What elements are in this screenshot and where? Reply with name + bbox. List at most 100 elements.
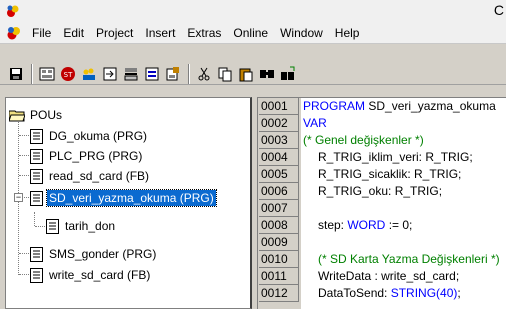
tree-child-line [34,212,35,226]
code-line: step: WORD := 0; [318,217,412,234]
menu-file[interactable]: File [26,23,57,43]
menu-help[interactable]: Help [329,23,366,43]
menu-extras[interactable]: Extras [181,23,227,43]
code-line: R_TRIG_iklim_veri: R_TRIG; [318,150,473,164]
menu-online[interactable]: Online [227,23,274,43]
pou-tree-pane[interactable]: POUs DG_okuma (PRG) PLC_PRG (PRG) read_s… [5,97,252,309]
line-number: 0009 [259,234,299,251]
tree-branch-line [19,274,29,275]
code-keyword: STRING(40) [390,286,458,300]
code-keyword: WORD [347,218,386,232]
tree-branch-line [19,155,29,156]
line-number: 0008 [259,217,299,234]
tree-item-label: SMS_gonder (PRG) [49,247,157,261]
watch-icon[interactable] [142,64,162,84]
paste-icon[interactable] [236,64,256,84]
toolbar-separator [188,64,190,84]
document-icon [46,218,59,234]
menu-bar: File Edit Project Insert Extras Online W… [0,22,506,44]
tree-child-item[interactable]: tarih_don [46,216,117,236]
document-icon [30,168,43,184]
tree-item-label: read_sd_card (FB) [49,169,150,183]
code-line: VAR [303,115,327,132]
code-keyword: PROGRAM [303,99,366,113]
code-text: step: [318,218,348,232]
toolbar: ST [0,45,506,85]
tree-child-label: tarih_don [65,219,116,233]
code-line: R_TRIG_oku: R_TRIG; [318,184,443,198]
write-icon[interactable] [163,64,183,84]
toolbar-separator [31,64,33,84]
step-icon[interactable] [100,64,120,84]
tree-item[interactable]: PLC_PRG (PRG) [30,146,144,166]
document-icon [30,148,43,164]
document-icon [30,267,43,283]
tree-item[interactable]: write_sd_card (FB) [30,265,152,285]
tree-root-label: POUs [30,108,63,122]
folder-open-icon [9,110,25,121]
tree-branch-line [35,226,45,227]
title-bar: C [0,0,506,22]
code-line: DataToSend: STRING(40); [318,285,461,302]
login-icon[interactable] [79,64,99,84]
code-text: := 0; [385,218,413,232]
tree-item-label: SD_veri_yazma_okuma (PRG) [46,189,217,207]
copy-icon[interactable] [215,64,235,84]
toolbar-group-file: ST [6,63,299,85]
line-number: 0003 [259,132,299,149]
window-title: C [493,2,504,18]
tree-branch-line [24,197,29,198]
code-comment: (* Genel değişkenler *) [303,133,424,147]
tree-item[interactable]: read_sd_card (FB) [30,166,151,186]
find-icon[interactable] [257,64,277,84]
menu-edit[interactable]: Edit [57,23,90,43]
stop-icon[interactable]: ST [58,64,78,84]
line-number: 0005 [259,166,299,183]
line-number-gutter: 0001 0002 0003 0004 0005 0006 0007 0008 … [258,98,301,309]
code-line: WriteData : write_sd_card; [318,269,460,283]
document-icon [30,128,43,144]
codesys-app-icon [7,5,19,17]
menu-project[interactable]: Project [90,23,139,43]
tree-item-label: PLC_PRG (PRG) [49,149,143,163]
tree-item[interactable]: SMS_gonder (PRG) [30,244,158,264]
code-keyword: VAR [303,116,327,130]
code-editor[interactable]: 0001 0002 0003 0004 0005 0006 0007 0008 … [257,97,506,309]
line-number: 0001 [259,98,299,115]
document-system-icon[interactable] [6,25,22,41]
tree-branch-line [19,253,29,254]
line-number: 0011 [259,268,299,285]
code-text: SD_veri_yazma_okuma [365,99,496,113]
tree-item[interactable]: DG_okuma (PRG) [30,126,149,146]
line-number: 0004 [259,149,299,166]
code-text: DataToSend: [318,286,391,300]
line-number: 0012 [259,285,299,302]
code-line: PROGRAM SD_veri_yazma_okuma [303,98,496,115]
line-number: 0002 [259,115,299,132]
code-line: R_TRIG_sicaklik: R_TRIG; [318,167,462,181]
menu-window[interactable]: Window [274,23,329,43]
document-icon [30,246,43,262]
collapse-toggle[interactable]: − [14,193,23,202]
tree-item-label: write_sd_card (FB) [49,268,151,282]
tree-item-selected[interactable]: SD_veri_yazma_okuma (PRG) [30,188,217,208]
code-text: ; [457,286,461,300]
svg-text:ST: ST [64,71,73,79]
tree-branch-line [19,175,29,176]
tree-root-pous[interactable]: POUs [9,105,64,125]
menu-insert[interactable]: Insert [139,23,181,43]
replace-icon[interactable] [278,64,298,84]
line-number: 0010 [259,251,299,268]
save-icon[interactable] [6,64,26,84]
code-line: (* Genel değişkenler *) [303,132,424,149]
cycle-icon[interactable] [121,64,141,84]
tree-branch-line [19,135,29,136]
code-line: (* SD Karta Yazma Değişkenleri *) [318,251,500,268]
build-icon[interactable] [37,64,57,84]
cut-icon[interactable] [194,64,214,84]
document-icon [30,190,43,206]
tree-item-label: DG_okuma (PRG) [49,129,148,143]
line-number: 0006 [259,183,299,200]
line-number: 0007 [259,200,299,217]
code-comment: (* SD Karta Yazma Değişkenleri *) [318,252,500,266]
